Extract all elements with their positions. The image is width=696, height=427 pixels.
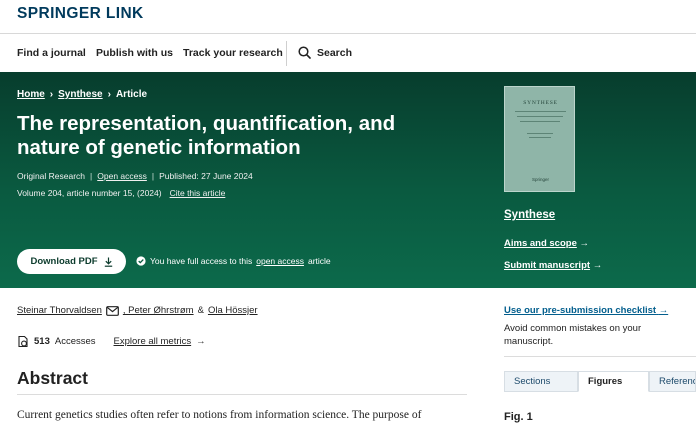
article-meta: Original Research | Open access | Publis… (17, 171, 253, 181)
meta-separator: | (151, 171, 155, 181)
search-button[interactable]: Search (298, 46, 352, 59)
cover-rule (515, 111, 566, 112)
article-metrics: 513 Accesses Explore all metrics → (17, 335, 206, 348)
tab-references[interactable]: References (649, 371, 696, 392)
download-icon (104, 257, 112, 267)
checklist-description: Avoid common mistakes on your manuscript… (504, 323, 642, 347)
article-type: Original Research (17, 171, 86, 181)
sidebar-divider (504, 356, 696, 357)
nav-divider (286, 41, 287, 66)
submit-manuscript-label: Submit manuscript (504, 260, 591, 271)
journal-cover[interactable]: SYNTHESE Springer (504, 86, 575, 192)
cover-rule (529, 137, 551, 138)
cover-rule (520, 121, 560, 122)
cover-rule (517, 116, 563, 117)
abstract-text: Current genetics studies often refer to … (17, 409, 422, 421)
tab-figures[interactable]: Figures (578, 371, 649, 392)
abstract-heading: Abstract (17, 368, 88, 388)
breadcrumb-journal[interactable]: Synthese (58, 89, 102, 100)
breadcrumb-home[interactable]: Home (17, 89, 45, 100)
article-tabs: Sections Figures References (504, 371, 696, 392)
check-circle-icon (136, 256, 146, 266)
nav-publish-with-us[interactable]: Publish with us (96, 47, 173, 59)
nav-track-research[interactable]: Track your research (183, 47, 283, 59)
arrow-right-icon: → (196, 336, 206, 347)
aims-scope-label: Aims and scope (504, 238, 577, 249)
figure-label: Fig. 1 (504, 411, 533, 423)
volume-info: Volume 204, article number 15, (2024) (17, 188, 162, 198)
chevron-right-icon: › (49, 89, 54, 100)
breadcrumb: Home › Synthese › Article (17, 89, 147, 100)
published-date: Published: 27 June 2024 (159, 171, 253, 181)
author-link[interactable]: Steinar Thorvaldsen (17, 305, 102, 316)
explore-metrics-link[interactable]: Explore all metrics (114, 336, 192, 347)
download-pdf-label: Download PDF (30, 256, 98, 267)
presubmission-checklist-link[interactable]: Use our pre-submission checklist → (504, 305, 668, 316)
cover-rule (527, 133, 553, 134)
accesses-count: 513 (34, 336, 50, 347)
search-label: Search (317, 46, 353, 59)
arrow-right-icon: → (579, 238, 590, 249)
tab-sections[interactable]: Sections (504, 371, 578, 392)
open-access-link[interactable]: Open access (97, 171, 147, 181)
springer-link-logo[interactable]: SPRINGER LINK (17, 5, 144, 23)
download-pdf-button[interactable]: Download PDF (17, 249, 126, 274)
top-bar: SPRINGER LINK (0, 0, 696, 34)
accesses-icon (18, 335, 28, 348)
article-title: The representation, quantification, and … (17, 112, 396, 159)
arrow-right-icon: → (592, 260, 603, 271)
cite-article-link[interactable]: Cite this article (170, 188, 226, 198)
access-note-suffix: article (307, 256, 331, 266)
author-link[interactable]: Ola Hössjer (208, 305, 258, 316)
main-nav: Find a journal Publish with us Track you… (0, 35, 696, 72)
submit-manuscript-link[interactable]: Submit manuscript → (504, 260, 602, 271)
author-list: Steinar Thorvaldsen , Peter Øhrstrøm & O… (17, 305, 258, 316)
meta-separator: | (90, 171, 93, 181)
aims-scope-link[interactable]: Aims and scope → (504, 238, 589, 249)
journal-name-link[interactable]: Synthese (504, 209, 555, 221)
full-access-note: You have full access to this open access… (136, 256, 331, 266)
article-hero: Home › Synthese › Article The representa… (0, 72, 696, 288)
arrow-right-icon: → (658, 305, 669, 316)
accesses-label: Accesses (54, 336, 96, 347)
search-icon (298, 46, 311, 59)
cover-publisher: Springer (531, 177, 549, 182)
cover-title: SYNTHESE (523, 100, 558, 106)
author-separator: & (197, 305, 204, 316)
nav-find-journal[interactable]: Find a journal (17, 47, 86, 59)
article-volume-row: Volume 204, article number 15, (2024) Ci… (17, 188, 225, 198)
abstract-divider (17, 394, 467, 395)
access-note-prefix: You have full access to this (150, 256, 253, 266)
breadcrumb-current: Article (115, 89, 148, 100)
access-note-link[interactable]: open access (256, 256, 304, 266)
author-link[interactable]: , Peter Øhrstrøm (123, 305, 194, 316)
chevron-right-icon: › (107, 89, 111, 100)
checklist-label: Use our pre-submission checklist (504, 305, 657, 316)
email-icon[interactable] (105, 305, 119, 316)
